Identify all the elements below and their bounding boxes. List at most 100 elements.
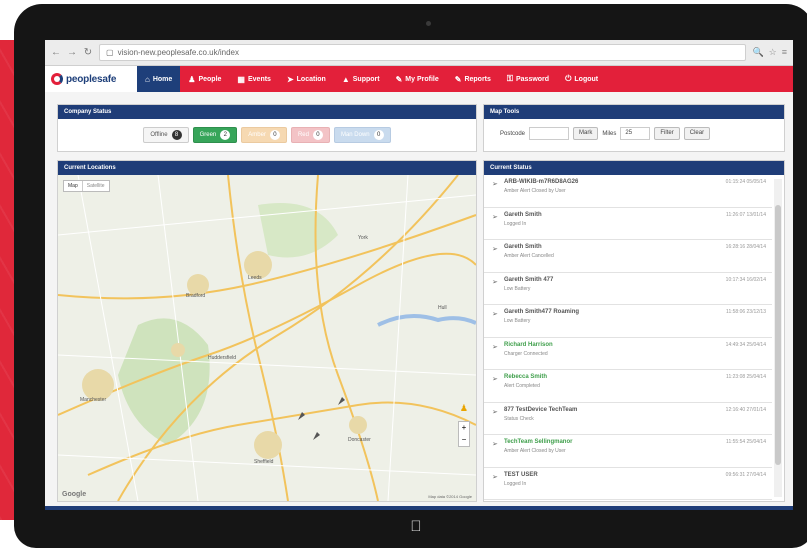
forward-icon[interactable]: → [67,47,77,58]
nav-logout[interactable]: ⏻ Logout [557,66,606,92]
status-list-item[interactable]: ➢ Gareth Smith477 Roaming Low Battery 11:58… [484,305,772,338]
nav-label: Home [152,75,173,83]
zoom-icon[interactable]: 🔍 [752,47,763,58]
back-icon[interactable]: ← [51,47,61,58]
laptop-screen: ← → ↻ ▢ vision-new.peoplesafe.co.uk/inde… [45,40,793,508]
pin-icon: ➢ [492,181,498,188]
page-icon: ▢ [106,48,114,57]
item-subtitle: Amber Alert Cancelled [504,253,554,259]
filter-button[interactable]: Filter [654,127,680,140]
location-map[interactable]: Leeds Bradford Manchester Sheffield Hudd… [58,175,476,501]
nav-password[interactable]: ⚿ Password [499,66,557,92]
nav-label: Reports [464,75,491,83]
map-label: Hull [438,305,447,311]
item-subtitle: Low Battery [504,318,531,324]
item-title: Gareth Smith [504,211,542,218]
app-header: peoplesafe ⌂ Home ♟ People ▦ Events ➤ Lo… [45,66,793,92]
item-subtitle: Amber Alert Closed by User [504,188,566,194]
item-body: TEST USER Logged In [504,472,721,487]
person-icon: ♟ [188,74,196,84]
status-list-item[interactable]: ➢ 877 TestDevice TechTeam Status Check 12:1… [484,403,772,435]
reports-icon: ✎ [454,74,462,84]
nav-home[interactable]: ⌂ Home [137,66,181,92]
clear-button[interactable]: Clear [683,127,711,140]
current-status-panel: Current Status ➢ ARB-WIKIB-m7R6D8AG26 Ambe… [483,160,785,502]
zoom-out-button[interactable]: − [459,434,469,446]
panel-title: Current Status [484,161,784,175]
pin-icon: ➢ [492,473,498,481]
item-body: TechTeam Sellingmanor Amber Alert Closed … [504,439,721,454]
status-list-item[interactable]: ➢ Gareth Smith Logged In 11:26:07 13/01/14 [484,208,772,240]
map-label: Doncaster [348,437,371,443]
item-title: ARB-WIKIB-m7R6D8AG26 [504,179,579,185]
item-timestamp: 12:16:40 27/01/14 [725,406,766,413]
status-green-button[interactable]: Green 2 [192,127,238,143]
item-timestamp: 11:23:08 25/04/14 [726,374,766,380]
reload-icon[interactable]: ↻ [83,47,93,58]
status-list-item[interactable]: ➢ TEST USER Logged In 09:56:31 27/04/14 [484,468,772,500]
browser-toolbar: ← → ↻ ▢ vision-new.peoplesafe.co.uk/inde… [45,40,793,66]
status-list-item[interactable]: ➢ Richard Harrison Charger Connected 14:49:… [484,338,772,370]
map-type-satellite[interactable]: Satellite [81,181,109,191]
pin-icon: ➢ [492,246,498,253]
item-timestamp: 11:26:07 13/01/14 [726,211,766,218]
item-timestamp: 11:55:54 25/04/14 [726,439,766,445]
scroll-thumb[interactable] [775,205,781,465]
map-canvas [58,175,476,501]
map-type-map[interactable]: Map [64,181,82,191]
map-label: Manchester [80,397,107,403]
status-count: 8 [171,130,182,140]
status-label: Amber [248,132,266,138]
item-subtitle: Logged In [504,220,527,227]
item-timestamp: 11:58:06 23/12/13 [726,309,766,315]
item-title: Gareth Smith 477 [504,276,554,283]
nav-events[interactable]: ▦ Events [229,66,279,92]
map-label: Sheffield [254,459,274,465]
apple-logo:  [409,519,423,535]
status-list-item[interactable]: ➢ Gareth Smith Amber Alert Cancelled 16:28:… [484,240,772,273]
status-man-down-button[interactable]: Man Down 0 [333,127,391,143]
nav-label: Password [515,75,550,83]
status-count: 0 [269,130,280,140]
item-body: Gareth Smith Logged In [504,212,721,227]
status-scrollbar[interactable] [774,179,782,497]
map-attribution[interactable]: Map data ©2014 Google [428,494,472,499]
support-icon: ▲ [341,74,350,84]
menu-icon[interactable]: ≡ [782,47,787,58]
status-label: Red [297,132,309,138]
map-label: York [358,235,368,241]
status-list-item[interactable]: ➢ TechTeam Sellingmanor Amber Alert Closed… [484,435,772,468]
postcode-input[interactable] [529,127,570,140]
zoom-in-button[interactable]: + [459,422,469,434]
map-label: Huddersfield [208,355,237,361]
status-list-item[interactable]: ➢ Rebecca Smith Alert Completed 11:23:08 25… [484,370,772,403]
nav-reports[interactable]: ✎ Reports [447,66,499,92]
status-red-button[interactable]: Red 0 [290,127,330,143]
status-amber-button[interactable]: Amber 0 [241,127,287,143]
peoplesafe-logo[interactable]: peoplesafe [45,66,137,92]
item-body: Rebecca Smith Alert Completed [504,374,721,389]
url-text: vision-new.peoplesafe.co.uk/index [117,48,239,57]
nav-label: Location [296,75,326,83]
pegman-icon[interactable]: ♟ [460,403,468,414]
nav-my-profile[interactable]: ✎ My Profile [388,66,447,92]
star-icon[interactable]: ☆ [769,47,777,58]
address-bar[interactable]: ▢ vision-new.peoplesafe.co.uk/index [99,44,747,61]
item-timestamp: 14:49:34 25/04/14 [725,341,766,348]
zoom-control: + − [458,421,470,447]
item-title: Rebecca Smith [504,374,548,380]
item-body: ARB-WIKIB-m7R6D8AG26 Amber Alert Closed b… [504,179,721,194]
status-list: ➢ ARB-WIKIB-m7R6D8AG26 Amber Alert Closed … [484,175,772,501]
miles-label: Miles [602,130,617,137]
status-label: Offline [150,132,168,138]
status-list-item[interactable]: ➢ Gareth Smith 477 Low Battery 10:17:34 16/… [484,273,772,305]
status-count: 2 [220,130,231,140]
nav-label: Support [352,75,380,83]
mark-button[interactable]: Mark [573,127,599,140]
nav-people[interactable]: ♟ People [180,66,229,92]
nav-location[interactable]: ➤ Location [279,66,334,92]
status-offline-button[interactable]: Offline 8 [143,127,189,143]
status-list-item[interactable]: ➢ ARB-WIKIB-m7R6D8AG26 Amber Alert Closed … [484,175,772,208]
miles-select[interactable]: 25 [620,127,651,140]
nav-support[interactable]: ▲ Support [334,66,388,92]
